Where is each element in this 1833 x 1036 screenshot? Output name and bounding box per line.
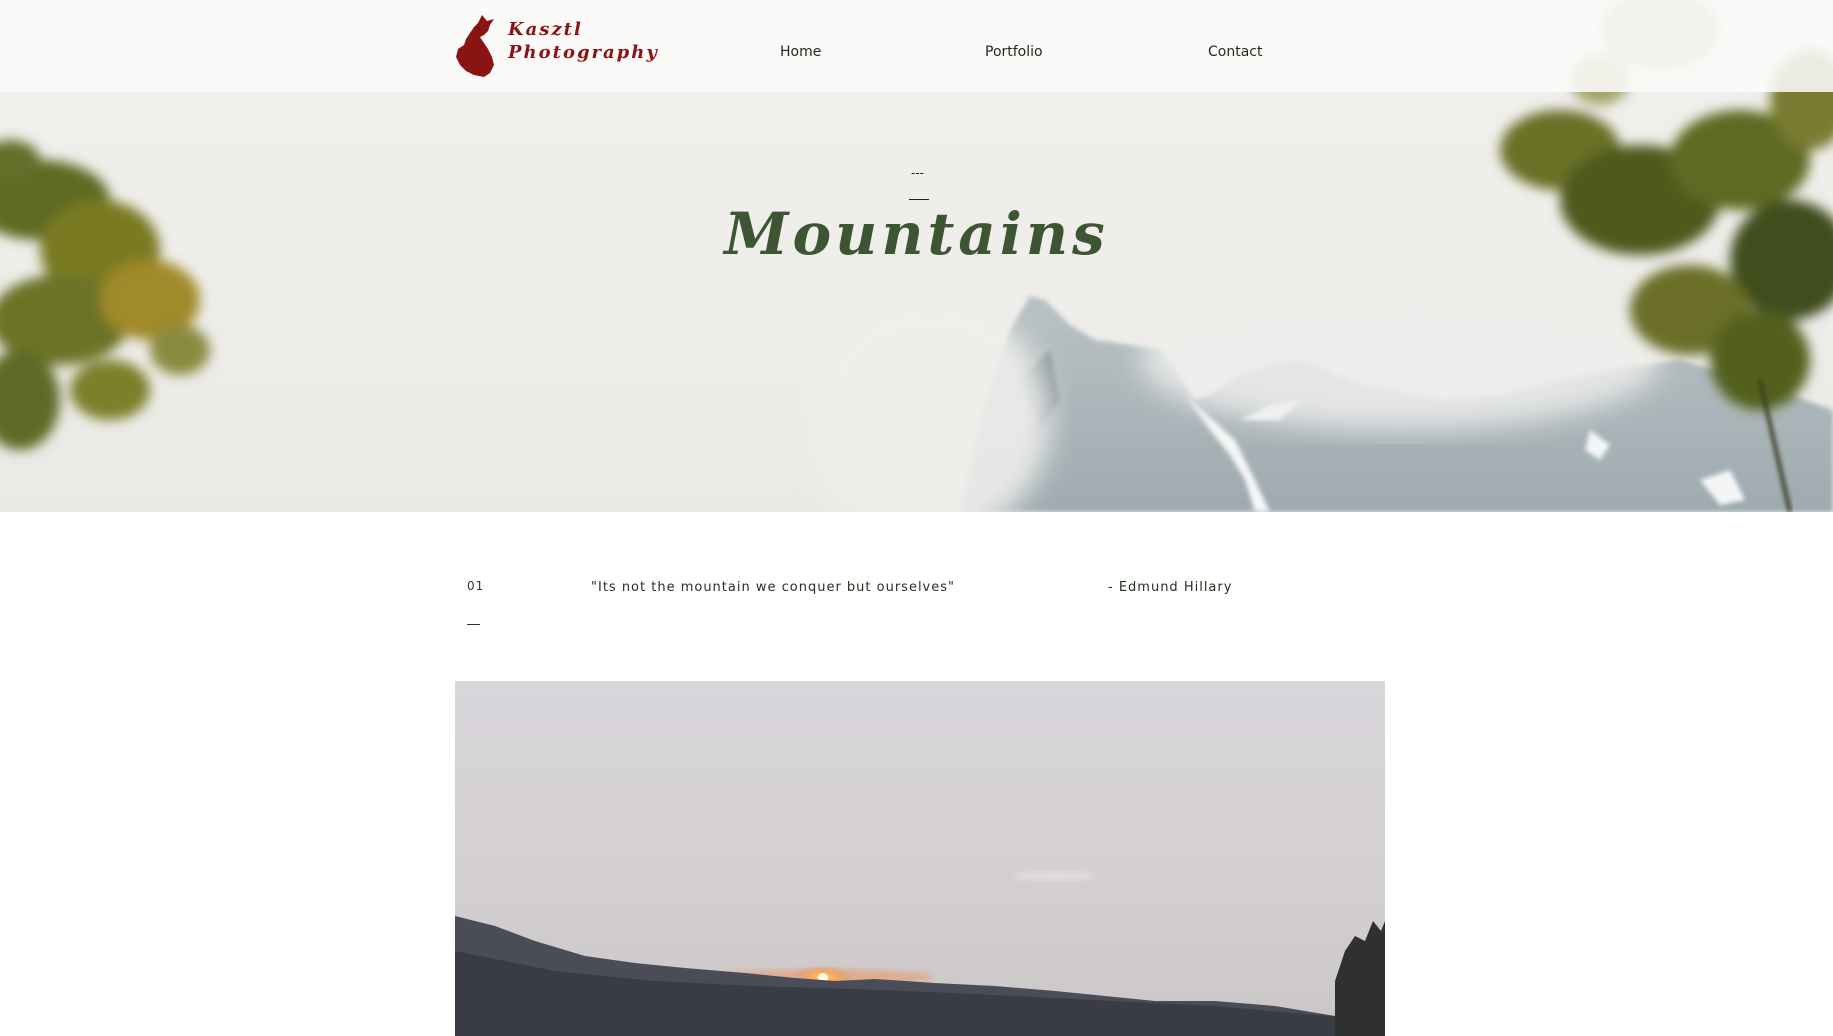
howling-wolf-icon[interactable] [454,13,502,77]
brand-name[interactable]: Kasztl Photography [508,18,659,64]
nav-contact[interactable]: Contact [1208,44,1262,60]
quote-author: - Edmund Hillary [1108,580,1233,595]
brand-line-1: Kasztl [508,19,583,40]
section-divider [467,624,480,625]
section-number: 01 [467,579,485,593]
page-title: Mountains [724,200,1109,268]
site-header: Kasztl Photography Home Portfolio Contac… [0,0,1833,92]
nav-home[interactable]: Home [780,44,821,60]
brand-line-2: Photography [508,42,659,63]
sunset-image [455,681,1385,1036]
quote-text: "Its not the mountain we conquer but our… [591,580,956,595]
nav-portfolio[interactable]: Portfolio [985,44,1043,60]
hero-dash: --- [911,166,924,180]
foliage-left [0,140,210,450]
sunset-photo[interactable] [455,681,1385,1036]
